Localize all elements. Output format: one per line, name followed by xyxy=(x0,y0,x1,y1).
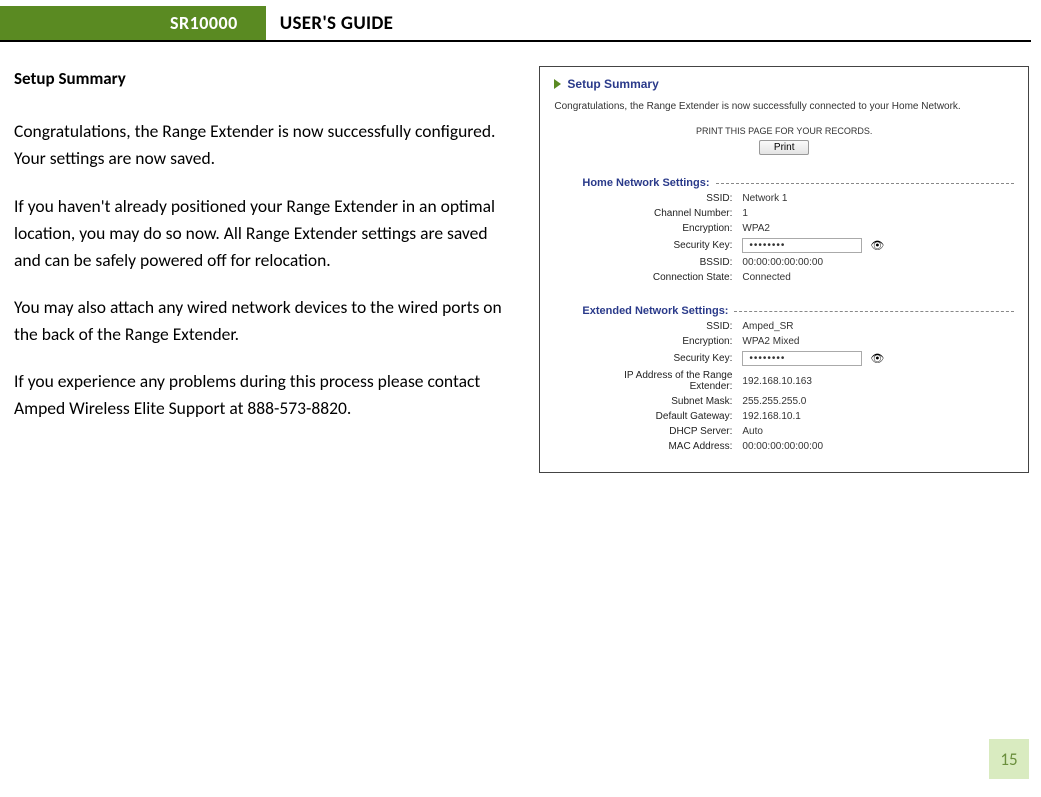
label: SSID: xyxy=(582,193,742,204)
value: Auto xyxy=(742,426,763,437)
label: MAC Address: xyxy=(582,441,742,452)
print-caption: PRINT THIS PAGE FOR YOUR RECORDS. xyxy=(548,126,1020,136)
label: BSSID: xyxy=(582,257,742,268)
value: 192.168.10.1 xyxy=(742,411,800,422)
screenshot-title: Setup Summary xyxy=(567,77,658,91)
section-heading: Setup Summary xyxy=(14,66,513,92)
value: 1 xyxy=(742,208,748,219)
row-home-ssid: SSID:Network 1 xyxy=(582,191,1020,206)
setup-summary-screenshot: Setup Summary Congratulations, the Range… xyxy=(539,66,1029,473)
row-home-key: Security Key: •••••••• 👁 xyxy=(582,236,1020,255)
divider-line xyxy=(734,311,1014,312)
page-number-badge: 15 xyxy=(989,739,1029,779)
content-area: Setup Summary Congratulations, the Range… xyxy=(0,42,1041,473)
value: 192.168.10.163 xyxy=(742,376,812,387)
row-ext-ssid: SSID:Amped_SR xyxy=(582,319,1020,334)
row-ext-mac: MAC Address:00:00:00:00:00:00 xyxy=(582,439,1020,454)
paragraph-2: If you haven't already positioned your R… xyxy=(14,193,513,274)
value: 255.255.255.0 xyxy=(742,396,806,407)
eye-icon[interactable]: 👁 xyxy=(870,239,884,252)
divider-line xyxy=(716,183,1014,184)
row-ext-subnet: Subnet Mask:255.255.255.0 xyxy=(582,394,1020,409)
header-accent xyxy=(0,6,20,40)
label: Default Gateway: xyxy=(582,411,742,422)
row-ext-gateway: Default Gateway:192.168.10.1 xyxy=(582,409,1020,424)
row-home-state: Connection State:Connected xyxy=(582,270,1020,285)
home-network-table: SSID:Network 1 Channel Number:1 Encrypti… xyxy=(582,191,1020,285)
paragraph-3: You may also attach any wired network de… xyxy=(14,294,513,348)
extended-network-heading-label: Extended Network Settings: xyxy=(582,305,728,317)
security-key-field[interactable]: •••••••• xyxy=(742,351,862,366)
row-home-encryption: Encryption:WPA2 xyxy=(582,221,1020,236)
label: Encryption: xyxy=(582,223,742,234)
label: Security Key: xyxy=(582,353,742,364)
row-ext-ip: IP Address of the Range Extender:192.168… xyxy=(582,368,1020,394)
extended-network-table: SSID:Amped_SR Encryption:WPA2 Mixed Secu… xyxy=(582,319,1020,454)
label: SSID: xyxy=(582,321,742,332)
paragraph-1: Congratulations, the Range Extender is n… xyxy=(14,118,513,172)
row-ext-key: Security Key: •••••••• 👁 xyxy=(582,349,1020,368)
text-column: Setup Summary Congratulations, the Range… xyxy=(14,66,513,473)
row-home-bssid: BSSID:00:00:00:00:00:00 xyxy=(582,255,1020,270)
security-key-field[interactable]: •••••••• xyxy=(742,238,862,253)
label: DHCP Server: xyxy=(582,426,742,437)
guide-title: USER'S GUIDE xyxy=(266,6,393,40)
screenshot-congrats-text: Congratulations, the Range Extender is n… xyxy=(554,101,1020,112)
eye-icon[interactable]: 👁 xyxy=(870,352,884,365)
label: Security Key: xyxy=(582,240,742,251)
row-ext-dhcp: DHCP Server:Auto xyxy=(582,424,1020,439)
label: Channel Number: xyxy=(582,208,742,219)
label: Connection State: xyxy=(582,272,742,283)
home-network-heading: Home Network Settings: xyxy=(582,177,1020,189)
label: IP Address of the Range Extender: xyxy=(582,370,742,392)
print-button[interactable]: Print xyxy=(759,140,810,155)
value: WPA2 xyxy=(742,223,770,234)
value: Connected xyxy=(742,272,790,283)
screenshot-header: Setup Summary xyxy=(554,77,1020,91)
screenshot-column: Setup Summary Congratulations, the Range… xyxy=(539,66,1029,473)
home-network-heading-label: Home Network Settings: xyxy=(582,177,709,189)
paragraph-4: If you experience any problems during th… xyxy=(14,368,513,422)
product-badge: SR10000 xyxy=(20,6,266,40)
value: 00:00:00:00:00:00 xyxy=(742,441,823,452)
value: Amped_SR xyxy=(742,321,793,332)
row-home-channel: Channel Number:1 xyxy=(582,206,1020,221)
label: Subnet Mask: xyxy=(582,396,742,407)
arrow-icon xyxy=(554,79,561,89)
value: 00:00:00:00:00:00 xyxy=(742,257,823,268)
value: Network 1 xyxy=(742,193,787,204)
label: Encryption: xyxy=(582,336,742,347)
value: WPA2 Mixed xyxy=(742,336,799,347)
header-bar: SR10000 USER'S GUIDE xyxy=(0,6,1031,42)
extended-network-heading: Extended Network Settings: xyxy=(582,305,1020,317)
row-ext-encryption: Encryption:WPA2 Mixed xyxy=(582,334,1020,349)
